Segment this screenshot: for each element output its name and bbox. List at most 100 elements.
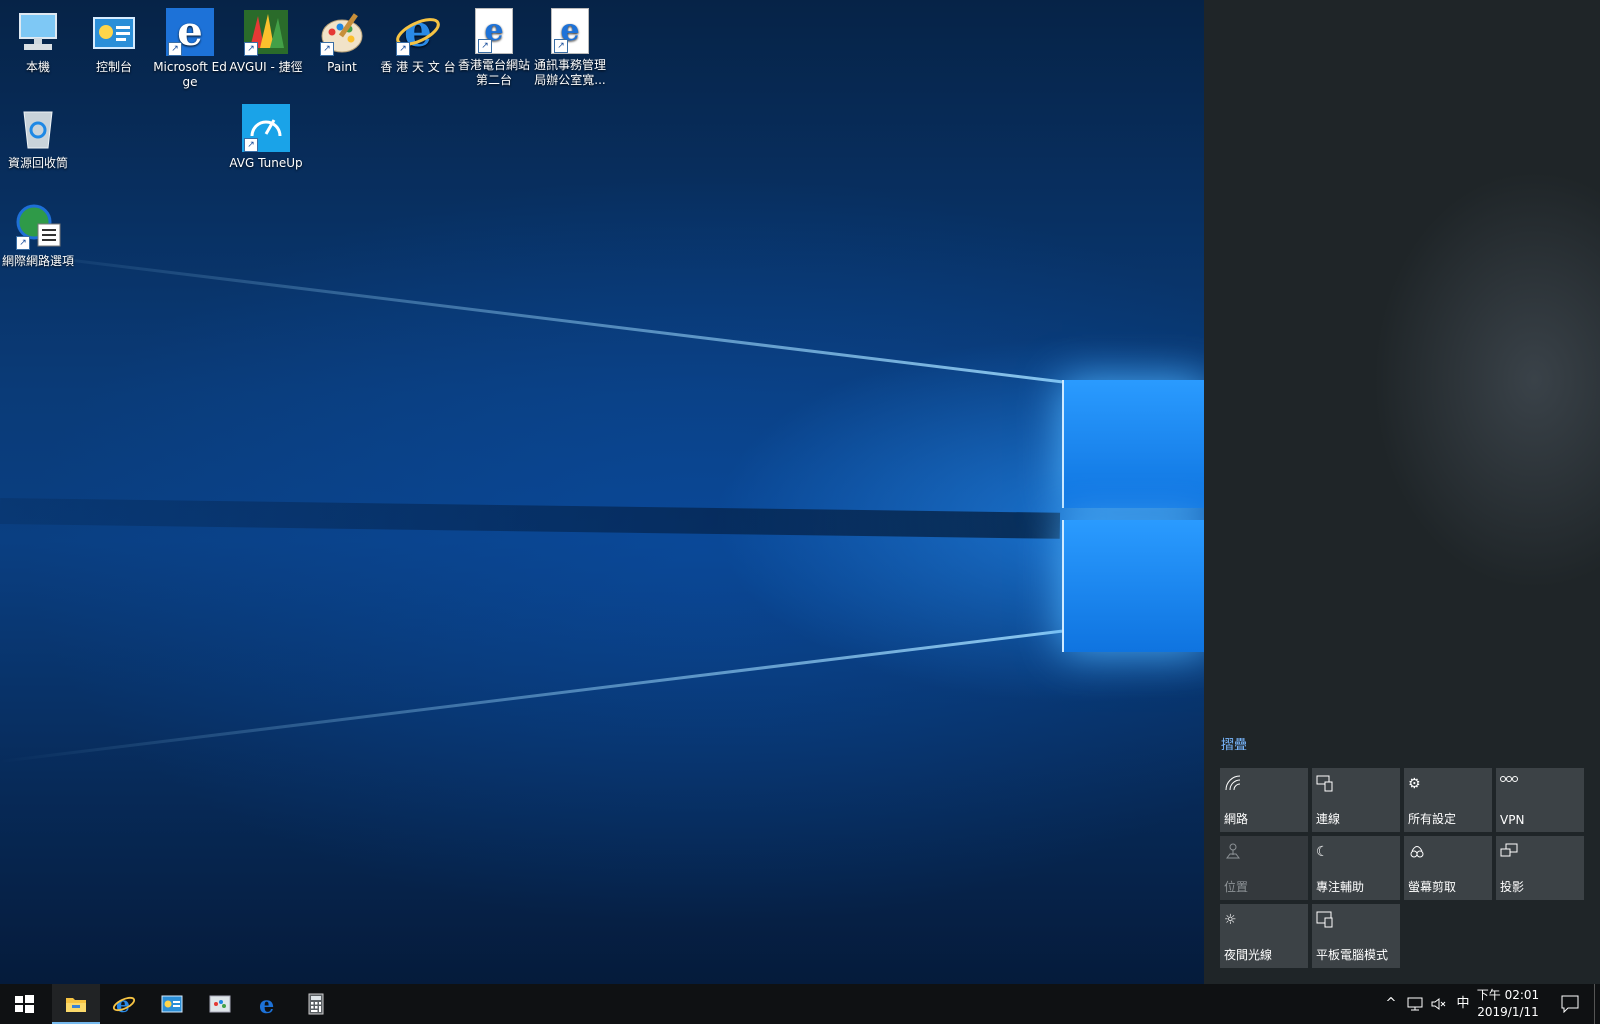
- ie-icon: e ↗: [394, 8, 442, 56]
- shortcut-arrow-icon: ↗: [16, 236, 30, 250]
- taskbar-edge[interactable]: e: [244, 984, 292, 1024]
- quick-action-screen-snip[interactable]: 螢幕剪取: [1404, 836, 1492, 900]
- control-panel-icon: [161, 995, 183, 1013]
- start-icon: [15, 995, 34, 1013]
- edge-icon: e: [259, 992, 274, 1016]
- shortcut-arrow-icon: ↗: [554, 39, 568, 53]
- desktop-icon-internet-options[interactable]: ↗ 網際網路選項: [0, 202, 76, 269]
- collapse-link[interactable]: 摺疊: [1221, 734, 1247, 753]
- tile-label: 螢幕剪取: [1408, 880, 1457, 894]
- edge-doc-icon: e ↗: [551, 8, 589, 54]
- internet-explorer-icon: e: [112, 992, 136, 1016]
- moon-icon: ☾: [1316, 844, 1329, 860]
- network-monitor-icon: [1407, 997, 1423, 1010]
- shortcut-arrow-icon: ↗: [478, 39, 492, 53]
- tile-label: 連線: [1316, 812, 1341, 826]
- quick-action-all-settings[interactable]: ⚙ 所有設定: [1404, 768, 1492, 832]
- wallpaper-shadow: [0, 498, 1061, 539]
- brightness-icon: ☼: [1224, 912, 1237, 928]
- tile-label: 平板電腦模式: [1316, 948, 1389, 962]
- volume-muted-icon: [1431, 997, 1446, 1010]
- taskbar-paint[interactable]: [196, 984, 244, 1024]
- quick-action-location[interactable]: 位置: [1220, 836, 1308, 900]
- desktop-icon-label: Microsoft Edge: [153, 60, 227, 89]
- start-button[interactable]: [0, 984, 48, 1024]
- desktop-icon-label: 本機: [25, 60, 50, 74]
- avg-icon: ↗: [242, 8, 290, 56]
- file-explorer-icon: [66, 998, 86, 1012]
- network-icon: [1224, 774, 1244, 794]
- avg-tuneup-icon: ↗: [242, 104, 290, 152]
- quick-action-night-light[interactable]: ☼ 夜間光線: [1220, 904, 1308, 968]
- quick-action-project[interactable]: 投影: [1496, 836, 1584, 900]
- tablet-mode-icon: [1316, 910, 1336, 930]
- desktop-icon-hko[interactable]: e ↗ 香 港 天 文 台: [380, 8, 456, 75]
- tile-label: 位置: [1224, 880, 1249, 894]
- svg-text:e: e: [259, 992, 274, 1016]
- paint-icon: [209, 995, 231, 1013]
- taskbar-file-explorer[interactable]: [52, 984, 100, 1024]
- wallpaper-window-pane-top: [1062, 380, 1206, 508]
- paint-icon: ↗: [318, 8, 366, 56]
- shortcut-arrow-icon: ↗: [396, 42, 410, 56]
- quick-action-network[interactable]: 網路: [1220, 768, 1308, 832]
- network-tray-button[interactable]: [1404, 984, 1426, 1024]
- this-pc-icon: [14, 8, 62, 56]
- tile-label: 專注輔助: [1316, 880, 1365, 894]
- connect-icon: [1316, 774, 1336, 794]
- desktop-icon-control-panel[interactable]: 控制台: [76, 8, 152, 75]
- location-icon: [1224, 842, 1244, 862]
- desktop-icon-this-pc[interactable]: 本機: [0, 8, 76, 75]
- tile-label: 夜間光線: [1224, 948, 1273, 962]
- wallpaper-window-pane-bottom: [1062, 520, 1206, 652]
- desktop-icon-label: 網際網路選項: [1, 254, 74, 268]
- desktop-icon-label: 通訊事務管理局辦公室寬...: [533, 58, 606, 87]
- tile-label: 網路: [1224, 812, 1249, 826]
- quick-action-vpn[interactable]: VPN: [1496, 768, 1584, 832]
- input-method-indicator[interactable]: 中: [1452, 984, 1474, 1024]
- desktop-icon-recycle-bin[interactable]: 資源回收筒: [0, 104, 76, 171]
- edge-doc-icon: e ↗: [475, 8, 513, 54]
- shortcut-arrow-icon: ↗: [168, 42, 182, 56]
- desktop-icon-label: 控制台: [95, 60, 132, 74]
- volume-tray-button[interactable]: [1428, 984, 1450, 1024]
- clock-date: 2019/1/11: [1477, 1005, 1539, 1019]
- desktop-icon-avgui[interactable]: ↗ AVGUI - 捷徑: [228, 8, 304, 75]
- taskbar: e e ^ 中 下午 02:01 2019/1/11: [0, 984, 1600, 1024]
- edge-icon: e ↗: [166, 8, 214, 56]
- desktop-icon-label: AVG TuneUp: [229, 156, 303, 170]
- internet-options-icon: ↗: [14, 202, 62, 250]
- vpn-icon: [1500, 774, 1520, 794]
- desktop-icon-rthk[interactable]: e ↗ 香港電台網站第二台: [456, 8, 532, 88]
- wallpaper-beam: [0, 629, 1063, 763]
- quick-action-connect[interactable]: 連線: [1312, 768, 1400, 832]
- taskbar-control-panel[interactable]: [148, 984, 196, 1024]
- calculator-icon: [308, 993, 324, 1015]
- desktop-icon-edge[interactable]: e ↗ Microsoft Edge: [152, 8, 228, 90]
- desktop-icon-label: 香港電台網站第二台: [457, 58, 530, 87]
- desktop-icon-label: 資源回收筒: [7, 156, 68, 170]
- clock[interactable]: 下午 02:01 2019/1/11: [1476, 987, 1540, 1021]
- shortcut-arrow-icon: ↗: [244, 42, 258, 56]
- settings-gear-icon: ⚙: [1408, 776, 1421, 792]
- desktop-icon-label: AVGUI - 捷徑: [229, 60, 303, 74]
- desktop-icon-label: 香 港 天 文 台: [380, 60, 456, 74]
- quick-action-focus-assist[interactable]: ☾ 專注輔助: [1312, 836, 1400, 900]
- show-desktop-button[interactable]: [1594, 984, 1600, 1024]
- control-panel-icon: [90, 8, 138, 56]
- taskbar-calculator[interactable]: [292, 984, 340, 1024]
- clock-time: 下午 02:01: [1476, 988, 1540, 1002]
- desktop-icon-paint[interactable]: ↗ Paint: [304, 8, 380, 75]
- desktop-icon-ofca[interactable]: e ↗ 通訊事務管理局辦公室寬...: [532, 8, 608, 88]
- snip-icon: [1408, 842, 1428, 862]
- tile-label: 投影: [1500, 880, 1525, 894]
- shortcut-arrow-icon: ↗: [320, 42, 334, 56]
- action-center-panel: 摺疊 網路 連線 ⚙ 所有設定 VPN 位置 ☾ 專注輔助 螢幕剪取 投影 ☼ …: [1204, 0, 1600, 984]
- tile-label: 所有設定: [1408, 812, 1457, 826]
- quick-action-tablet-mode[interactable]: 平板電腦模式: [1312, 904, 1400, 968]
- action-center-button[interactable]: [1556, 984, 1584, 1024]
- recycle-bin-icon: [14, 104, 62, 152]
- desktop-icon-avg-tuneup[interactable]: ↗ AVG TuneUp: [228, 104, 304, 171]
- show-hidden-icons-button[interactable]: ^: [1380, 984, 1402, 1024]
- taskbar-internet-explorer[interactable]: e: [100, 984, 148, 1024]
